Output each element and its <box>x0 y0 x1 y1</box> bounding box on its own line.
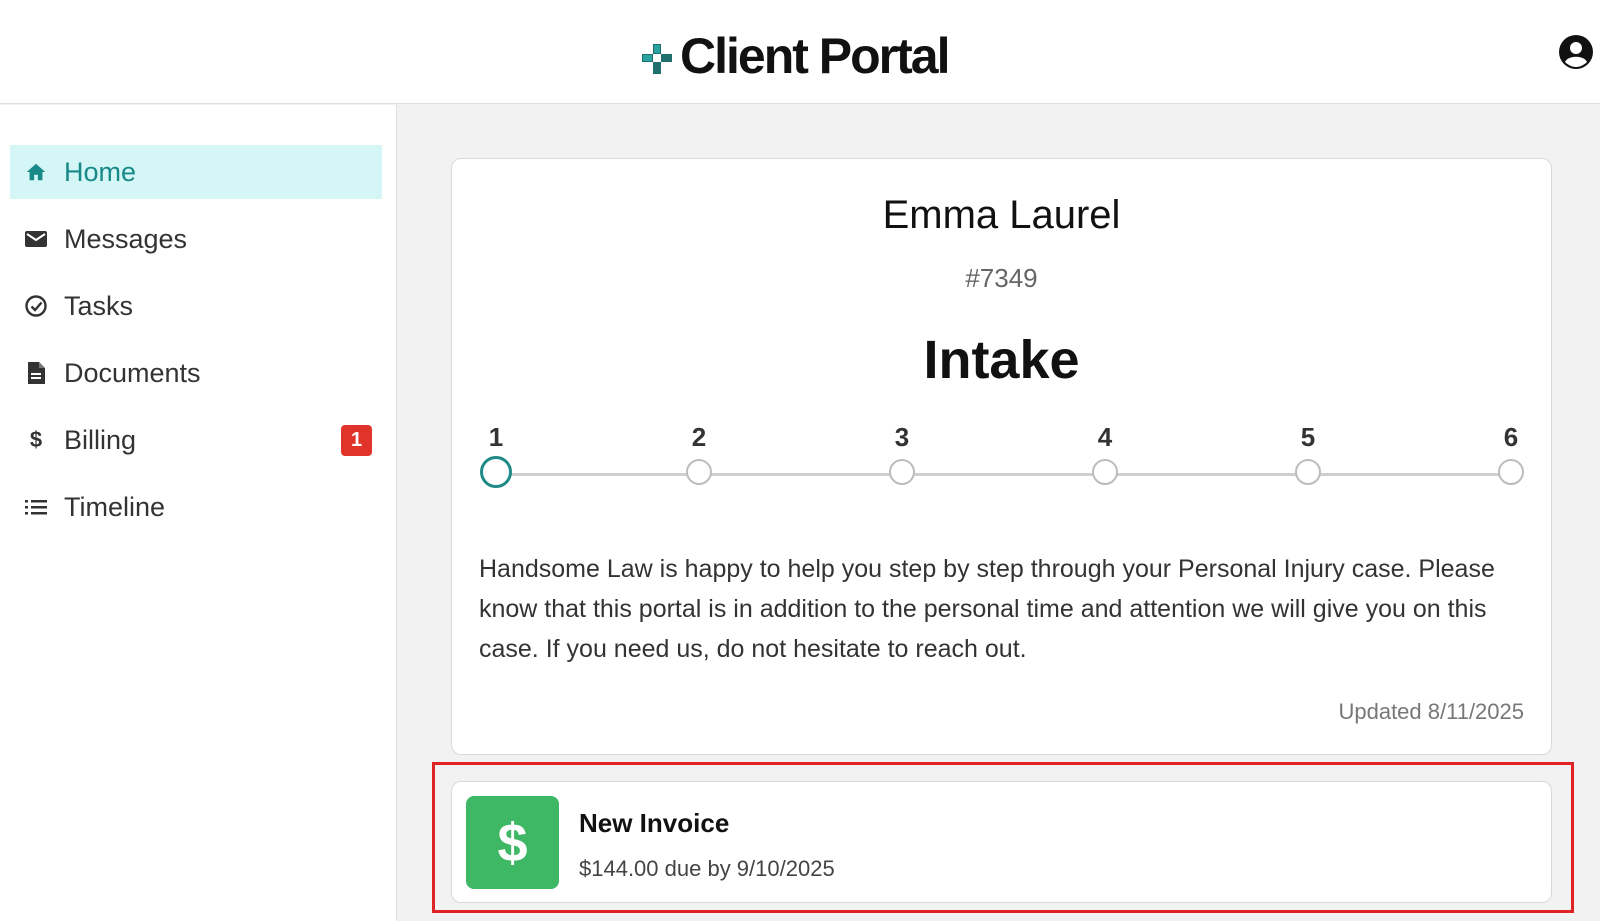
app-title: Client Portal <box>680 28 950 84</box>
list-icon <box>24 495 48 519</box>
sidebar-item-label: Documents <box>64 357 201 388</box>
sidebar-nav: Home Messages Tasks Documents $ Billing <box>0 105 396 534</box>
top-bar: Client Portal <box>0 0 1600 104</box>
sidebar-item-label: Tasks <box>64 290 134 321</box>
check-circle-icon <box>24 294 48 318</box>
cross-logo-icon <box>640 42 676 82</box>
sidebar-item-documents[interactable]: Documents <box>10 346 382 400</box>
step-number: 6 <box>1503 422 1519 452</box>
updated-timestamp: Updated 8/11/2025 <box>1338 699 1524 724</box>
app-logo[interactable]: Client Portal <box>640 22 950 84</box>
step-marker <box>1092 459 1118 485</box>
step-5: 5 <box>1288 421 1328 485</box>
mail-icon <box>24 227 48 251</box>
case-number: #7349 <box>965 263 1038 293</box>
case-intro-text: Handsome Law is happy to help you step b… <box>479 555 1495 663</box>
step-marker <box>480 456 512 488</box>
sidebar-item-billing[interactable]: $ Billing 1 <box>10 413 382 467</box>
new-invoice-card[interactable]: $ New Invoice $144.00 due by 9/10/2025 <box>451 781 1552 903</box>
sidebar-item-home[interactable]: Home <box>10 145 382 199</box>
progress-stepper: 1 2 3 4 5 6 <box>452 421 1553 491</box>
step-marker <box>1498 459 1524 485</box>
sidebar-item-label: Home <box>64 156 137 187</box>
sidebar-item-label: Billing <box>64 424 137 455</box>
stepper-line <box>496 473 1512 476</box>
sidebar: Home Messages Tasks Documents $ Billing <box>0 105 397 921</box>
dollar-icon: $ <box>466 796 559 889</box>
sidebar-item-label: Timeline <box>64 491 166 522</box>
step-number: 4 <box>1097 422 1113 452</box>
step-3: 3 <box>882 421 922 485</box>
step-2: 2 <box>679 421 719 485</box>
sidebar-item-messages[interactable]: Messages <box>10 212 382 266</box>
step-4: 4 <box>1085 421 1125 485</box>
step-marker <box>889 459 915 485</box>
step-number: 2 <box>691 422 707 452</box>
sidebar-item-timeline[interactable]: Timeline <box>10 480 382 534</box>
step-number: 5 <box>1300 422 1316 452</box>
home-icon <box>24 160 48 184</box>
billing-count-badge: 1 <box>341 425 372 456</box>
invoice-due-text: $144.00 due by 9/10/2025 <box>579 856 835 881</box>
sidebar-item-tasks[interactable]: Tasks <box>10 279 382 333</box>
dollar-icon: $ <box>24 428 48 452</box>
sidebar-item-label: Messages <box>64 223 188 254</box>
step-1: 1 <box>476 421 516 488</box>
case-card: Emma Laurel #7349 Intake 1 2 3 4 5 6 Han… <box>451 158 1552 755</box>
svg-text:$: $ <box>30 428 42 452</box>
step-6: 6 <box>1491 421 1531 485</box>
invoice-title: New Invoice <box>579 808 730 838</box>
step-number: 1 <box>488 422 504 452</box>
document-icon <box>24 361 48 385</box>
step-marker <box>1295 459 1321 485</box>
step-marker <box>686 459 712 485</box>
step-number: 3 <box>894 422 910 452</box>
client-name: Emma Laurel <box>882 193 1121 237</box>
user-account-icon[interactable] <box>1558 34 1594 70</box>
stage-title: Intake <box>923 330 1080 390</box>
